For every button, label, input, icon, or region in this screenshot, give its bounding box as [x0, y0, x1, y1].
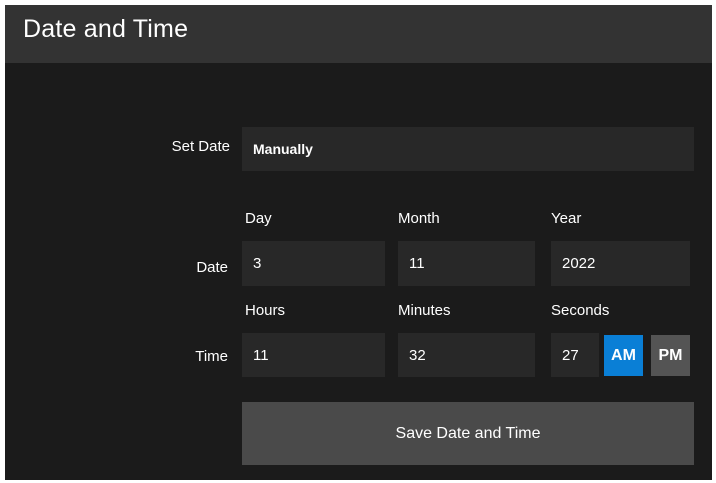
date-row-label: Date: [196, 259, 228, 276]
hours-input[interactable]: 11: [242, 333, 385, 377]
time-row-label: Time: [195, 348, 228, 365]
pm-toggle[interactable]: PM: [651, 335, 690, 376]
day-input[interactable]: 3: [242, 241, 385, 286]
seconds-input[interactable]: 27: [551, 333, 599, 377]
set-date-label: Set Date: [171, 138, 230, 155]
set-date-select[interactable]: Manually: [242, 127, 694, 171]
panel-header: Date and Time: [5, 5, 712, 63]
year-input[interactable]: 2022: [551, 241, 690, 286]
hours-label: Hours: [245, 302, 286, 319]
minutes-label: Minutes: [398, 302, 451, 319]
month-label: Month: [398, 210, 440, 227]
seconds-label: Seconds: [551, 302, 610, 319]
am-toggle[interactable]: AM: [604, 335, 643, 376]
date-time-panel: Date and Time Set Date Manually Day Mont…: [5, 5, 712, 480]
day-label: Day: [245, 210, 272, 227]
page-title: Date and Time: [23, 15, 189, 43]
minutes-input[interactable]: 32: [398, 333, 535, 377]
month-input[interactable]: 11: [398, 241, 535, 286]
year-label: Year: [551, 210, 582, 227]
save-date-time-button[interactable]: Save Date and Time: [242, 402, 694, 465]
